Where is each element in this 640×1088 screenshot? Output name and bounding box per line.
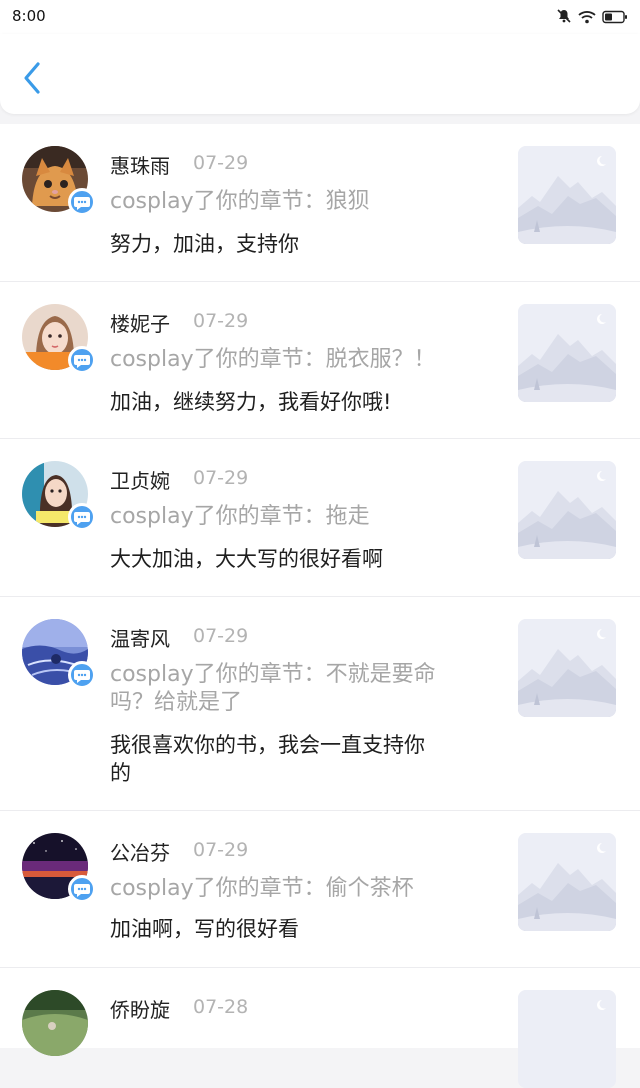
- battery-icon: [602, 9, 628, 28]
- user-name[interactable]: 温寄风: [110, 623, 170, 652]
- chapter-thumbnail[interactable]: [518, 146, 616, 244]
- comment-badge-icon: [68, 503, 96, 531]
- mute-icon: [556, 8, 572, 28]
- comment-date: 07-29: [193, 152, 249, 174]
- comment-date: 07-28: [193, 996, 249, 1018]
- chapter-reference[interactable]: cosplay了你的章节：偷个茶杯: [110, 875, 490, 903]
- comment-text: 加油啊，写的很好看: [110, 917, 299, 941]
- status-time: 8:00: [12, 7, 46, 25]
- back-arrow-icon: [24, 62, 40, 94]
- chapter-thumbnail[interactable]: [518, 619, 616, 717]
- comment-list: 惠珠雨 07-29 cosplay了你的章节：狼狈 努力，加油，支持你 楼妮子 …: [0, 124, 640, 1088]
- comment-item[interactable]: 温寄风 07-29 cosplay了你的章节：不就是要命 吗？给就是了 我很喜欢…: [0, 597, 640, 811]
- chapter-thumbnail[interactable]: [518, 304, 616, 402]
- comment-item[interactable]: 卫贞婉 07-29 cosplay了你的章节：拖走 大大加油，大大写的很好看啊: [0, 439, 640, 597]
- chapter-thumbnail[interactable]: [518, 461, 616, 559]
- avatar[interactable]: [22, 833, 96, 903]
- comment-date: 07-29: [193, 467, 249, 489]
- comment-date: 07-29: [193, 625, 249, 647]
- user-name[interactable]: 侨盼旋: [110, 994, 170, 1023]
- user-name[interactable]: 楼妮子: [110, 308, 170, 337]
- user-name[interactable]: 惠珠雨: [110, 150, 170, 179]
- back-button[interactable]: [18, 60, 48, 96]
- comment-text: 我很喜欢你的书，我会一直支持你 的: [110, 733, 425, 785]
- user-name[interactable]: 公冶芬: [110, 837, 170, 866]
- header: [0, 34, 640, 114]
- avatar[interactable]: [22, 146, 96, 216]
- avatar[interactable]: [22, 304, 96, 374]
- chapter-reference[interactable]: cosplay了你的章节：不就是要命 吗？给就是了: [110, 661, 490, 717]
- comment-item[interactable]: 楼妮子 07-29 cosplay了你的章节：脱衣服？！ 加油，继续努力，我看好…: [0, 282, 640, 439]
- chapter-thumbnail[interactable]: [518, 990, 616, 1088]
- comment-item[interactable]: 惠珠雨 07-29 cosplay了你的章节：狼狈 努力，加油，支持你: [0, 124, 640, 282]
- avatar[interactable]: [22, 990, 88, 1056]
- comment-date: 07-29: [193, 310, 249, 332]
- comment-badge-icon: [68, 875, 96, 903]
- comment-text: 加油，继续努力，我看好你哦!: [110, 390, 392, 414]
- chapter-thumbnail[interactable]: [518, 833, 616, 931]
- comment-badge-icon: [68, 346, 96, 374]
- chapter-reference[interactable]: cosplay了你的章节：脱衣服？！: [110, 346, 490, 374]
- comment-text: 大大加油，大大写的很好看啊: [110, 547, 383, 571]
- wifi-icon: [578, 9, 596, 28]
- chapter-reference[interactable]: cosplay了你的章节：狼狈: [110, 188, 490, 216]
- status-icons: [556, 8, 628, 28]
- chapter-reference[interactable]: cosplay了你的章节：拖走: [110, 503, 490, 531]
- status-bar: 8:00: [0, 0, 640, 34]
- comment-badge-icon: [68, 661, 96, 689]
- avatar[interactable]: [22, 461, 96, 531]
- comment-date: 07-29: [193, 839, 249, 861]
- comment-badge-icon: [68, 188, 96, 216]
- comment-item[interactable]: 公冶芬 07-29 cosplay了你的章节：偷个茶杯 加油啊，写的很好看: [0, 811, 640, 968]
- comment-text: 努力，加油，支持你: [110, 232, 299, 256]
- avatar[interactable]: [22, 619, 96, 689]
- user-name[interactable]: 卫贞婉: [110, 465, 170, 494]
- comment-item[interactable]: 侨盼旋 07-28: [0, 968, 640, 1088]
